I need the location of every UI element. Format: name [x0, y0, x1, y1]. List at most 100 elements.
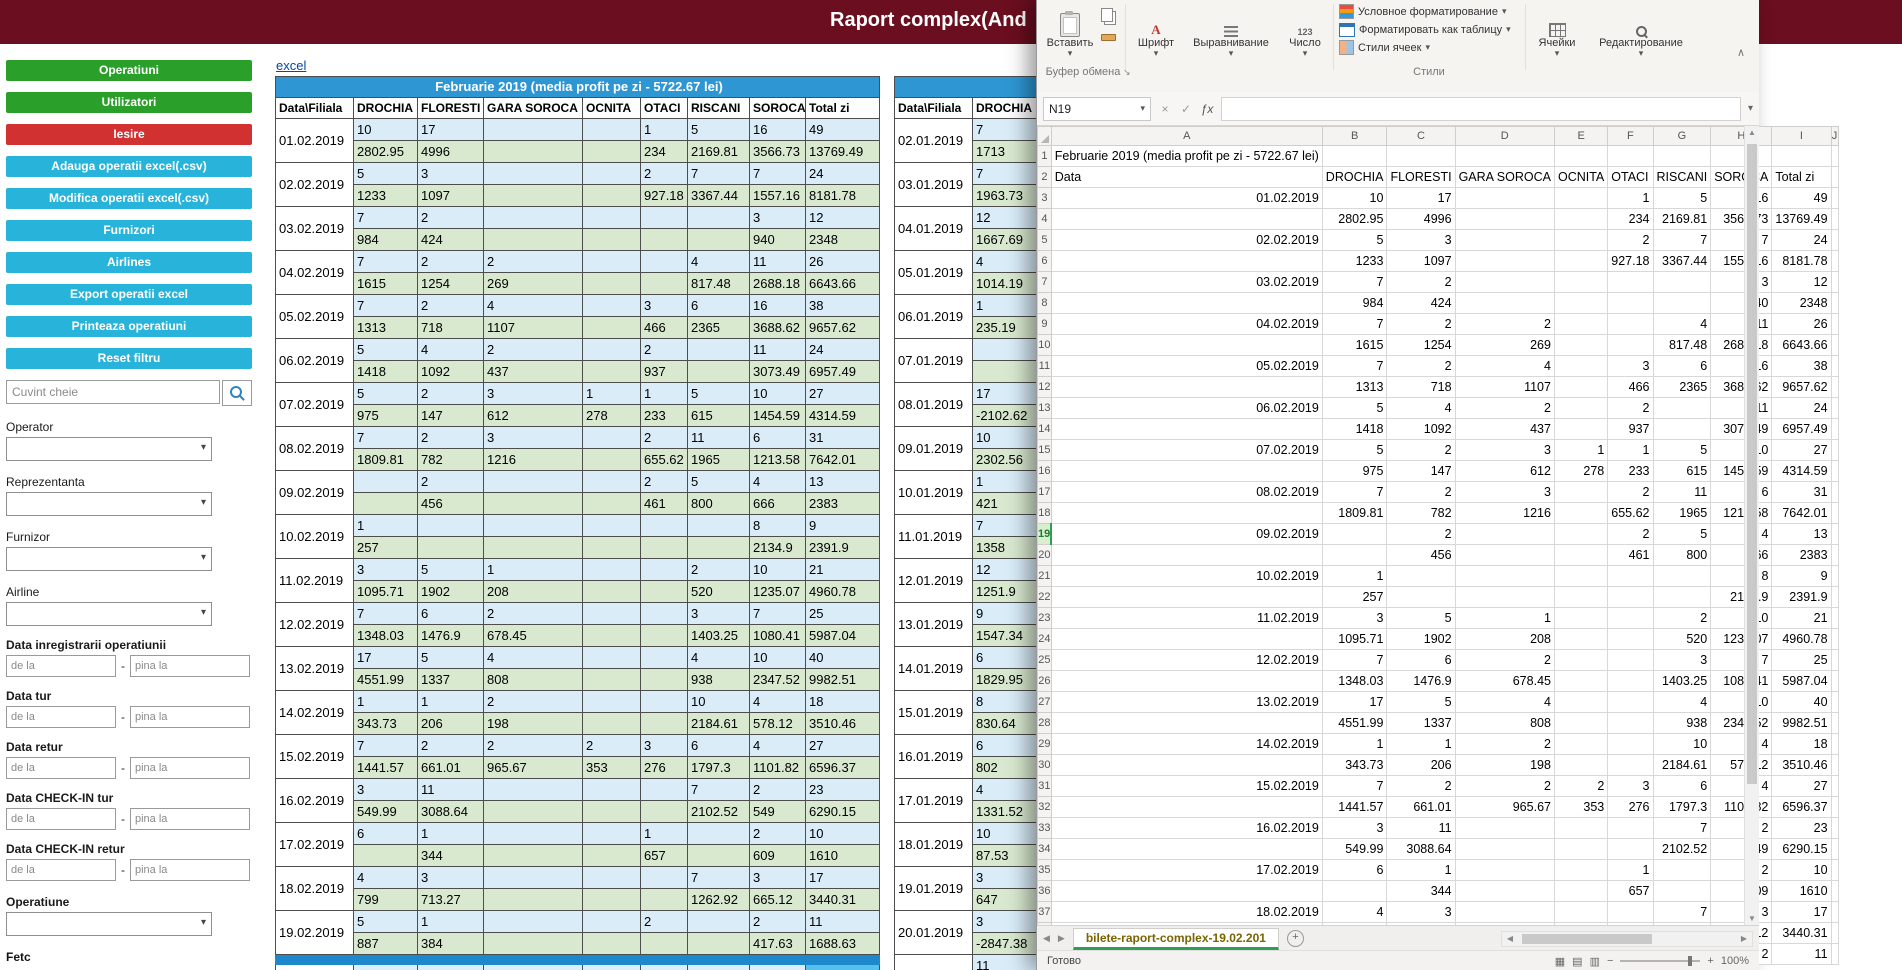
excel-cell-I23[interactable]: 21	[1772, 608, 1831, 629]
excel-cell-B10[interactable]: 1615	[1322, 335, 1387, 356]
excel-col-I[interactable]: I	[1772, 127, 1831, 146]
excel-cell-D32[interactable]: 965.67	[1455, 797, 1554, 818]
excel-cell-B33[interactable]: 3	[1322, 818, 1387, 839]
excel-cell-J37[interactable]	[1831, 902, 1838, 923]
sidebar-button-furnizori[interactable]: Furnizori	[6, 220, 252, 241]
excel-cell-H7[interactable]: 3	[1711, 272, 1772, 293]
excel-cell-I30[interactable]: 3510.46	[1772, 755, 1831, 776]
sheet-nav-left-icon[interactable]: ◀	[1043, 933, 1050, 944]
excel-cell-A23[interactable]: 11.02.2019	[1051, 608, 1322, 629]
excel-cell-C17[interactable]: 2	[1387, 482, 1455, 503]
excel-cell-F8[interactable]	[1608, 293, 1653, 314]
excel-cell-B28[interactable]: 4551.99	[1322, 713, 1387, 734]
excel-cell-C22[interactable]	[1387, 587, 1455, 608]
excel-row-header-17[interactable]: 17	[1038, 482, 1052, 503]
excel-col-C[interactable]: C	[1387, 127, 1455, 146]
excel-cell-I3[interactable]: 49	[1772, 188, 1831, 209]
excel-cell-G1[interactable]	[1653, 146, 1711, 167]
excel-cell-I31[interactable]: 27	[1772, 776, 1831, 797]
excel-cell-A13[interactable]: 06.02.2019	[1051, 398, 1322, 419]
excel-cell-F19[interactable]: 2	[1608, 524, 1653, 545]
excel-cell-B22[interactable]: 257	[1322, 587, 1387, 608]
excel-cell-C19[interactable]: 2	[1387, 524, 1455, 545]
excel-row-header-2[interactable]: 2	[1038, 167, 1052, 188]
excel-cell-D26[interactable]: 678.45	[1455, 671, 1554, 692]
excel-cell-G36[interactable]	[1653, 881, 1711, 902]
excel-cell-J19[interactable]	[1831, 524, 1838, 545]
excel-cell-C1[interactable]	[1387, 146, 1455, 167]
excel-cell-E34[interactable]	[1554, 839, 1607, 860]
excel-cell-J23[interactable]	[1831, 608, 1838, 629]
excel-cell-A29[interactable]: 14.02.2019	[1051, 734, 1322, 755]
excel-cell-J5[interactable]	[1831, 230, 1838, 251]
excel-cell-F31[interactable]: 3	[1608, 776, 1653, 797]
excel-cell-B30[interactable]: 343.73	[1322, 755, 1387, 776]
excel-cell-F16[interactable]: 233	[1608, 461, 1653, 482]
excel-cell-F33[interactable]	[1608, 818, 1653, 839]
sidebar-button-operatiuni[interactable]: Operatiuni	[6, 60, 252, 81]
excel-cell-F17[interactable]: 2	[1608, 482, 1653, 503]
excel-cell-G34[interactable]: 2102.52	[1653, 839, 1711, 860]
excel-cell-G13[interactable]	[1653, 398, 1711, 419]
excel-cell-C24[interactable]: 1902	[1387, 629, 1455, 650]
excel-row-header-24[interactable]: 24	[1038, 629, 1052, 650]
excel-cell-E25[interactable]	[1554, 650, 1607, 671]
excel-cell-F11[interactable]: 3	[1608, 356, 1653, 377]
excel-cell-A1[interactable]: Februarie 2019 (media profit pe zi - 572…	[1051, 146, 1322, 167]
excel-cell-D5[interactable]	[1455, 230, 1554, 251]
excel-cell-E37[interactable]	[1554, 902, 1607, 923]
excel-cell-B12[interactable]: 1313	[1322, 377, 1387, 398]
excel-cell-C16[interactable]: 147	[1387, 461, 1455, 482]
excel-cell-G29[interactable]: 10	[1653, 734, 1711, 755]
excel-cell-E24[interactable]	[1554, 629, 1607, 650]
alignment-button[interactable]: Выравнивание ▾	[1185, 0, 1277, 58]
excel-cell-J20[interactable]	[1831, 545, 1838, 566]
data-check-in-retur-from-input[interactable]	[6, 859, 116, 881]
excel-cell-D1[interactable]	[1455, 146, 1554, 167]
data-inregistrarii-operatiunii-to-input[interactable]	[130, 655, 250, 677]
excel-cell-C6[interactable]: 1097	[1387, 251, 1455, 272]
excel-cell-A30[interactable]	[1051, 755, 1322, 776]
paste-button[interactable]: Вставить ▾	[1043, 0, 1097, 58]
excel-cell-I33[interactable]: 23	[1772, 818, 1831, 839]
format-painter-icon[interactable]	[1101, 34, 1116, 41]
excel-cell-J17[interactable]	[1831, 482, 1838, 503]
excel-cell-D2[interactable]: GARA SOROCA	[1455, 167, 1554, 188]
excel-cell-D22[interactable]	[1455, 587, 1554, 608]
excel-cell-C21[interactable]	[1387, 566, 1455, 587]
excel-cell-E12[interactable]	[1554, 377, 1607, 398]
excel-cell-J3[interactable]	[1831, 188, 1838, 209]
excel-col-D[interactable]: D	[1455, 127, 1554, 146]
zoom-in-icon[interactable]: +	[1707, 955, 1713, 967]
excel-cell-E22[interactable]	[1554, 587, 1607, 608]
excel-cell-C37[interactable]: 3	[1387, 902, 1455, 923]
excel-row-header-26[interactable]: 26	[1038, 671, 1052, 692]
excel-cell-G17[interactable]: 11	[1653, 482, 1711, 503]
excel-cell-C32[interactable]: 661.01	[1387, 797, 1455, 818]
excel-cell-A33[interactable]: 16.02.2019	[1051, 818, 1322, 839]
excel-cell-B16[interactable]: 975	[1322, 461, 1387, 482]
sidebar-button-printeaza-operatiuni[interactable]: Printeaza operatiuni	[6, 316, 252, 337]
excel-cell-G31[interactable]: 6	[1653, 776, 1711, 797]
excel-row-header-11[interactable]: 11	[1038, 356, 1052, 377]
dialog-launcher-icon[interactable]: ↘	[1123, 67, 1131, 78]
operatiune-select[interactable]: ▾	[6, 912, 212, 936]
data-tur-from-input[interactable]	[6, 706, 116, 728]
excel-cell-J13[interactable]	[1831, 398, 1838, 419]
excel-cell-H20[interactable]: 666	[1711, 545, 1772, 566]
excel-cell-D27[interactable]: 4	[1455, 692, 1554, 713]
excel-cell-B34[interactable]: 549.99	[1322, 839, 1387, 860]
excel-cell-J31[interactable]	[1831, 776, 1838, 797]
excel-cell-A5[interactable]: 02.02.2019	[1051, 230, 1322, 251]
excel-cell-F37[interactable]	[1608, 902, 1653, 923]
excel-cell-I13[interactable]: 24	[1772, 398, 1831, 419]
excel-cell-C25[interactable]: 6	[1387, 650, 1455, 671]
excel-cell-D35[interactable]	[1455, 860, 1554, 881]
excel-cell-I14[interactable]: 6957.49	[1772, 419, 1831, 440]
excel-cell-E19[interactable]	[1554, 524, 1607, 545]
excel-cell-H28[interactable]: 2347.52	[1711, 713, 1772, 734]
excel-cell-F20[interactable]: 461	[1608, 545, 1653, 566]
excel-cell-F26[interactable]	[1608, 671, 1653, 692]
excel-cell-C34[interactable]: 3088.64	[1387, 839, 1455, 860]
excel-cell-F4[interactable]: 234	[1608, 209, 1653, 230]
